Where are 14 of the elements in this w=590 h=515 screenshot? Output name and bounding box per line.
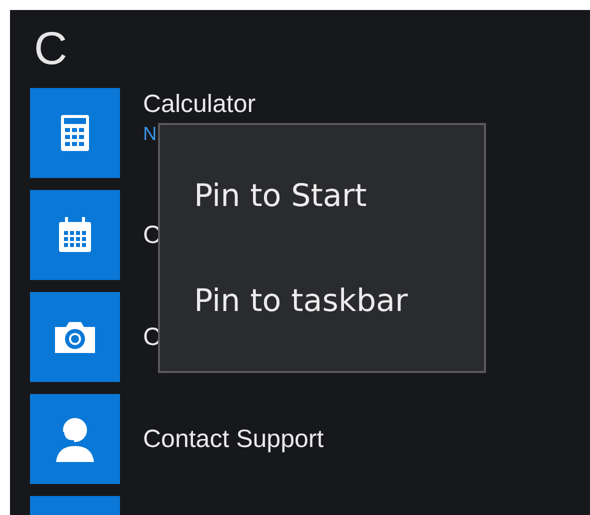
app-tile[interactable]	[30, 292, 120, 382]
section-letter: C	[34, 22, 68, 74]
app-name[interactable]: Contact Support	[143, 425, 324, 453]
app-tile[interactable]	[30, 88, 120, 178]
app-name[interactable]: Calculator	[143, 90, 256, 118]
app-tile[interactable]	[30, 394, 120, 484]
app-subtitle: N	[143, 124, 158, 146]
menu-item[interactable]: Pin to taskbar	[160, 278, 484, 322]
menu-item[interactable]: Pin to Start	[160, 174, 484, 218]
app-tile[interactable]	[30, 190, 120, 280]
person-with-headset-icon	[54, 416, 96, 462]
calendar-icon	[57, 216, 93, 254]
calculator-icon	[60, 114, 90, 152]
camera-icon	[53, 319, 97, 355]
